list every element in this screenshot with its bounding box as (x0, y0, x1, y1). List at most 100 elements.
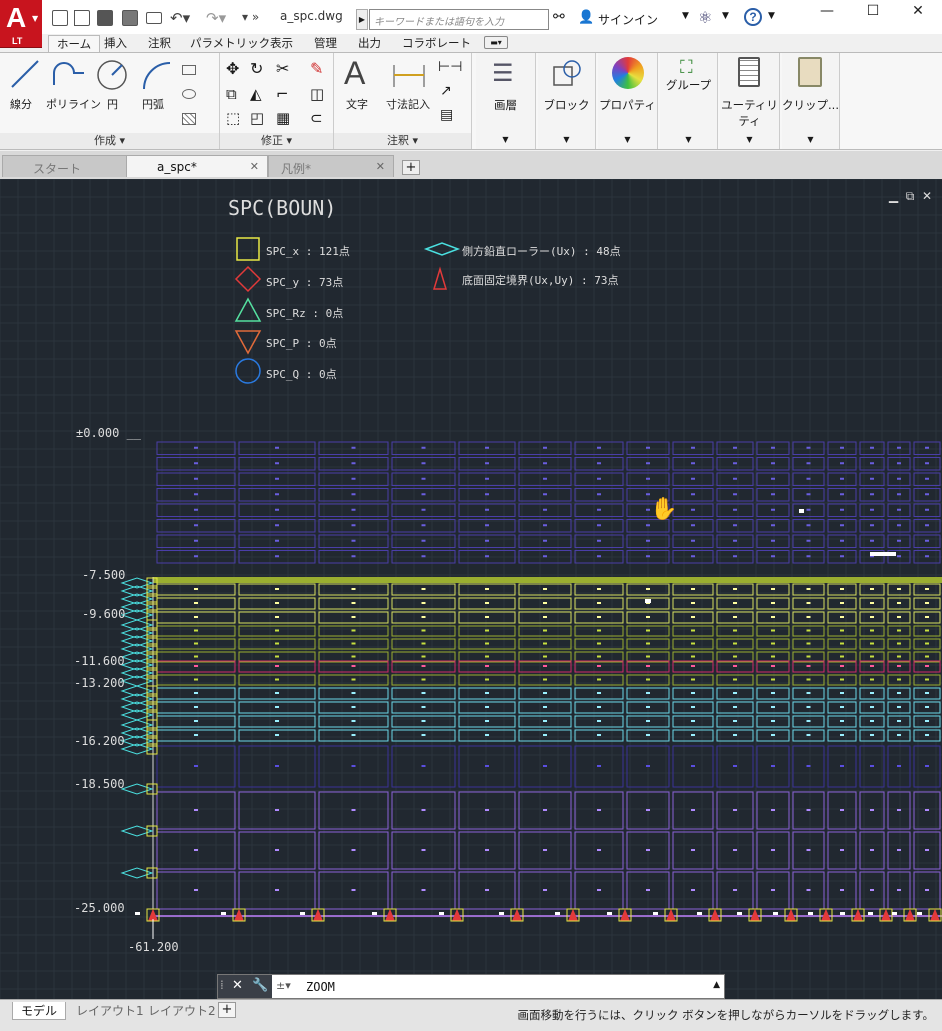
panel-annotation-footer[interactable]: 注釈 ▾ (334, 133, 471, 149)
dimension-icon[interactable] (392, 61, 426, 89)
trim-icon[interactable]: ✂ (276, 59, 289, 78)
stretch-icon[interactable]: ⬚ (226, 109, 240, 127)
utilities-button[interactable]: ユーティリティ ▼ (720, 53, 780, 149)
undo-icon[interactable]: ↶▾ (170, 9, 190, 27)
table-icon[interactable]: ▤ (440, 107, 453, 123)
drawing-viewport[interactable]: ▁ ⧉ ✕ SPC(BOUN) SPC_x : 121点 SPC_y : 73点… (0, 179, 942, 999)
command-line-grip[interactable]: ⁞ ✕ 🔧 (218, 975, 272, 998)
tab-layout2[interactable]: レイアウト2 (148, 1002, 216, 1020)
leader-icon[interactable]: ↗ (440, 83, 452, 99)
arc-icon[interactable] (140, 59, 172, 91)
tab-parametric[interactable]: パラメトリック (190, 35, 270, 52)
new-tab-button[interactable]: + (402, 160, 420, 175)
open-folder-icon[interactable] (74, 10, 90, 26)
array-icon[interactable]: ▦ (276, 109, 290, 127)
chevron-down-icon[interactable]: ▼ (722, 11, 729, 21)
tab-collaborate[interactable]: コラボレート (402, 35, 471, 52)
block-button[interactable]: ブロック ▼ (538, 53, 596, 149)
command-line[interactable]: ⁞ ✕ 🔧 ±▾ ZOOM ▲ (217, 974, 725, 999)
expand-search-icon[interactable]: ▶ (356, 9, 368, 30)
groups-button[interactable]: ⛶ グループ ▼ (660, 53, 718, 149)
dimension-button[interactable]: 寸法記入 (386, 96, 430, 112)
move-icon[interactable]: ✥ (226, 59, 239, 78)
element-marker (275, 720, 279, 722)
tab-start[interactable]: スタート (2, 155, 138, 177)
hatch-icon[interactable] (182, 113, 196, 125)
layers-button[interactable]: ☰ 画層 ▼ (476, 53, 536, 149)
line-button[interactable]: 線分 (10, 96, 32, 112)
element-marker (646, 849, 650, 851)
arc-button[interactable]: 円弧 (142, 96, 164, 112)
tab-home[interactable]: ホーム (48, 35, 101, 52)
viewport-minimize-icon[interactable]: ▁ (889, 189, 898, 203)
line-icon[interactable] (10, 59, 40, 89)
binoculars-icon[interactable]: ⚯ (553, 9, 565, 25)
tab-annotate[interactable]: 注釈 (148, 35, 171, 52)
tab-insert[interactable]: 挿入 (104, 35, 127, 52)
close-icon[interactable]: ✕ (250, 160, 259, 173)
tab-layout1[interactable]: レイアウト1 (76, 1002, 144, 1020)
fixed-support (313, 908, 323, 921)
panel-modify-footer[interactable]: 修正 ▾ (220, 133, 333, 149)
command-input[interactable]: ZOOM (306, 980, 335, 994)
copy-icon[interactable]: ⧉ (226, 85, 237, 103)
new-file-icon[interactable] (52, 10, 68, 26)
clipboard-button[interactable]: クリップ... ▼ (782, 53, 840, 149)
element-marker (597, 616, 601, 618)
element-marker (870, 462, 874, 465)
circle-icon[interactable] (96, 59, 128, 91)
explode-icon[interactable]: ◫ (310, 85, 324, 103)
tab-a-spc[interactable]: a_spc* ✕ (126, 155, 268, 177)
offset-icon[interactable]: ⊂ (310, 109, 323, 127)
mirror-icon[interactable]: ◭ (250, 85, 262, 103)
chevron-up-icon[interactable]: ▲ (713, 980, 720, 990)
close-icon[interactable]: ✕ (232, 978, 243, 993)
element-marker (194, 692, 198, 694)
viewport-close-icon[interactable]: ✕ (922, 189, 932, 203)
fillet-icon[interactable]: ⌐ (276, 85, 289, 103)
element-marker (485, 477, 489, 480)
signin-button[interactable]: サインイン (598, 11, 658, 28)
search-input[interactable]: キーワードまたは語句を入力 (369, 9, 549, 30)
element-marker (275, 678, 279, 681)
tab-legend[interactable]: 凡例* ✕ (268, 155, 394, 177)
rotate-icon[interactable]: ↻ (250, 59, 263, 78)
wrench-icon[interactable]: 🔧 (252, 978, 268, 993)
tab-output[interactable]: 出力 (358, 35, 381, 52)
tab-manage[interactable]: 管理 (314, 35, 337, 52)
panel-draw-footer[interactable]: 作成 ▾ (0, 133, 219, 149)
overflow-icon[interactable]: ▾ » (242, 10, 259, 24)
properties-button[interactable]: プロパティ ▼ (598, 53, 658, 149)
minimize-icon[interactable]: — (812, 3, 842, 23)
polyline-button[interactable]: ポリライン (46, 96, 101, 112)
autodesk-app-icon[interactable]: ⚛ (698, 8, 712, 27)
recent-commands-icon[interactable]: ±▾ (276, 979, 291, 992)
linear-dim-icon[interactable]: ⊢⊣ (438, 59, 462, 75)
save-icon[interactable] (97, 10, 113, 26)
scale-icon[interactable]: ◰ (250, 109, 264, 127)
ellipse-icon[interactable] (182, 89, 196, 99)
help-icon[interactable]: ? (744, 8, 762, 26)
circle-button[interactable]: 円 (107, 96, 118, 112)
add-layout-button[interactable]: + (218, 1002, 236, 1018)
maximize-icon[interactable]: ☐ (858, 3, 888, 23)
close-icon[interactable]: ✕ (376, 160, 385, 173)
polyline-icon[interactable] (52, 61, 86, 89)
text-icon[interactable]: A (344, 55, 365, 92)
tab-view[interactable]: 表示 (270, 35, 293, 52)
redo-icon[interactable]: ↷▾ (206, 9, 226, 27)
print-icon[interactable] (146, 12, 162, 24)
element-marker (771, 446, 775, 449)
close-icon[interactable]: ✕ (903, 3, 933, 23)
tab-model[interactable]: モデル (12, 1002, 67, 1020)
chevron-down-icon[interactable]: ▼ (768, 11, 775, 21)
viewport-restore-icon[interactable]: ⧉ (906, 189, 915, 203)
grip-icon[interactable]: ⁞ (220, 978, 224, 992)
application-menu-button[interactable]: A LT ▼ (0, 0, 42, 48)
chevron-down-icon[interactable]: ▼ (682, 11, 689, 21)
erase-icon[interactable]: ✎ (310, 59, 323, 78)
ribbon-toggle-icon[interactable]: ▬▾ (484, 36, 508, 49)
text-button[interactable]: 文字 (346, 96, 368, 112)
rectangle-icon[interactable] (182, 65, 196, 75)
save-as-icon[interactable] (122, 10, 138, 26)
